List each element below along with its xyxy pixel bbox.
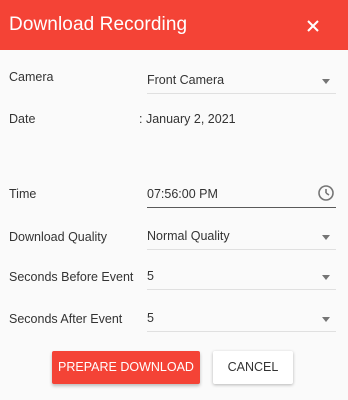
time-input[interactable]: 07:56:00 PM — [147, 184, 336, 208]
chevron-down-icon — [322, 235, 330, 240]
seconds-after-value: 5 — [147, 311, 154, 325]
dialog-title: Download Recording — [9, 14, 188, 35]
camera-value: Front Camera — [147, 73, 225, 87]
cancel-button[interactable]: CANCEL — [213, 351, 293, 384]
seconds-before-value: 5 — [147, 269, 154, 283]
quality-value: Normal Quality — [147, 229, 230, 243]
chevron-down-icon — [322, 275, 330, 280]
seconds-after-select[interactable]: 5 — [147, 308, 336, 332]
time-label: Time — [9, 187, 37, 201]
chevron-down-icon — [322, 317, 330, 322]
quality-select[interactable]: Normal Quality — [147, 226, 336, 250]
prepare-download-button[interactable]: PREPARE DOWNLOAD — [52, 351, 200, 384]
seconds-before-select[interactable]: 5 — [147, 266, 336, 290]
quality-label: Download Quality — [9, 230, 107, 244]
camera-select[interactable]: Front Camera — [147, 70, 336, 94]
dialog-header: Download Recording — [0, 0, 348, 50]
camera-label: Camera — [9, 70, 54, 84]
close-icon[interactable] — [302, 15, 324, 37]
clock-icon[interactable] — [317, 184, 335, 202]
date-value: : January 2, 2021 — [139, 112, 236, 126]
seconds-before-label: Seconds Before Event — [9, 270, 134, 284]
seconds-after-label: Seconds After Event — [9, 312, 123, 326]
time-value: 07:56:00 PM — [147, 187, 218, 201]
chevron-down-icon — [322, 79, 330, 84]
date-label: Date — [9, 112, 36, 126]
